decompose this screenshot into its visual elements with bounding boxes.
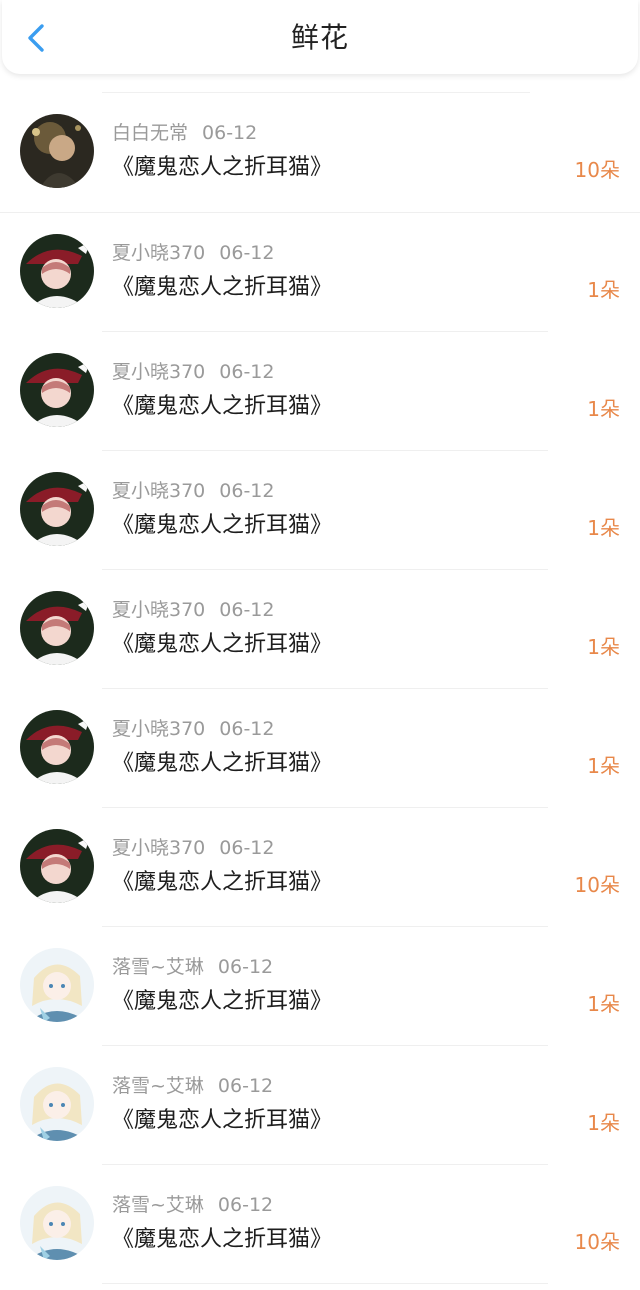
avatar[interactable] — [20, 114, 94, 188]
flower-count: 10朵 — [574, 158, 620, 182]
avatar[interactable] — [20, 829, 94, 903]
top-bar: 鲜花 — [2, 0, 638, 74]
list-item[interactable]: 夏小晓370 06-12 《魔鬼恋人之折耳猫》 1朵 — [0, 213, 640, 332]
avatar[interactable] — [20, 948, 94, 1022]
user-name[interactable]: 夏小晓370 — [112, 599, 205, 621]
item-meta: 夏小晓370 06-12 — [112, 716, 274, 742]
item-date: 06-12 — [219, 361, 275, 383]
user-name[interactable]: 夏小晓370 — [112, 837, 205, 859]
item-meta: 落雪~艾琳 06-12 — [112, 1192, 273, 1218]
item-meta: 夏小晓370 06-12 — [112, 240, 274, 266]
avatar[interactable] — [20, 1186, 94, 1260]
list-item[interactable]: 夏小晓370 06-12 《魔鬼恋人之折耳猫》 1朵 — [0, 689, 640, 808]
item-date: 06-12 — [202, 122, 258, 144]
list-item[interactable]: 夏小晓370 06-12 《魔鬼恋人之折耳猫》 1朵 — [0, 451, 640, 570]
avatar[interactable] — [20, 353, 94, 427]
item-meta: 夏小晓370 06-12 — [112, 359, 274, 385]
page: 鲜花 白白无常 06-12 《魔鬼恋人之折耳猫》 10朵 夏小晓370 06-1… — [0, 0, 640, 1290]
flower-count: 1朵 — [587, 278, 620, 302]
item-date: 06-12 — [219, 480, 275, 502]
flower-count: 1朵 — [587, 1111, 620, 1135]
flower-count: 1朵 — [587, 754, 620, 778]
item-date: 06-12 — [219, 242, 275, 264]
item-date: 06-12 — [217, 1075, 274, 1097]
item-meta: 落雪~艾琳 06-12 — [112, 1073, 273, 1099]
book-title[interactable]: 《魔鬼恋人之折耳猫》 — [112, 629, 332, 661]
list-item[interactable]: 夏小晓370 06-12 《魔鬼恋人之折耳猫》 1朵 — [0, 332, 640, 451]
list-item[interactable]: 夏小晓370 06-12 《魔鬼恋人之折耳猫》 10朵 — [0, 808, 640, 927]
item-meta: 白白无常 06-12 — [112, 120, 257, 146]
flower-count: 1朵 — [587, 992, 620, 1016]
flower-list: 白白无常 06-12 《魔鬼恋人之折耳猫》 10朵 夏小晓370 06-12 《魔 — [0, 92, 640, 1284]
user-name[interactable]: 落雪~艾琳 — [112, 1194, 204, 1216]
item-date: 06-12 — [219, 837, 275, 859]
avatar[interactable] — [20, 591, 94, 665]
user-name[interactable]: 夏小晓370 — [112, 242, 205, 264]
flower-count: 1朵 — [587, 516, 620, 540]
user-name[interactable]: 落雪~艾琳 — [112, 1075, 204, 1097]
list-item[interactable]: 落雪~艾琳 06-12 《魔鬼恋人之折耳猫》 10朵 — [0, 1165, 640, 1284]
book-title[interactable]: 《魔鬼恋人之折耳猫》 — [112, 867, 332, 899]
book-title[interactable]: 《魔鬼恋人之折耳猫》 — [112, 748, 332, 780]
list-item[interactable]: 白白无常 06-12 《魔鬼恋人之折耳猫》 10朵 — [0, 93, 640, 213]
flower-count: 1朵 — [587, 397, 620, 421]
item-date: 06-12 — [217, 1194, 274, 1216]
avatar[interactable] — [20, 1067, 94, 1141]
user-name[interactable]: 落雪~艾琳 — [112, 956, 204, 978]
item-meta: 夏小晓370 06-12 — [112, 835, 274, 861]
flower-count: 1朵 — [587, 635, 620, 659]
user-name[interactable]: 白白无常 — [112, 122, 188, 144]
book-title[interactable]: 《魔鬼恋人之折耳猫》 — [112, 1105, 332, 1137]
avatar[interactable] — [20, 234, 94, 308]
item-meta: 落雪~艾琳 06-12 — [112, 954, 273, 980]
avatar[interactable] — [20, 472, 94, 546]
book-title[interactable]: 《魔鬼恋人之折耳猫》 — [112, 391, 332, 423]
avatar[interactable] — [20, 710, 94, 784]
user-name[interactable]: 夏小晓370 — [112, 480, 205, 502]
book-title[interactable]: 《魔鬼恋人之折耳猫》 — [112, 1224, 332, 1256]
book-title[interactable]: 《魔鬼恋人之折耳猫》 — [112, 510, 332, 542]
item-date: 06-12 — [219, 718, 275, 740]
book-title[interactable]: 《魔鬼恋人之折耳猫》 — [112, 272, 332, 304]
book-title[interactable]: 《魔鬼恋人之折耳猫》 — [112, 152, 332, 184]
page-title: 鲜花 — [290, 21, 349, 54]
item-date: 06-12 — [219, 599, 275, 621]
item-meta: 夏小晓370 06-12 — [112, 597, 274, 623]
user-name[interactable]: 夏小晓370 — [112, 718, 205, 740]
book-title[interactable]: 《魔鬼恋人之折耳猫》 — [112, 986, 332, 1018]
item-meta: 夏小晓370 06-12 — [112, 478, 274, 504]
list-item[interactable]: 落雪~艾琳 06-12 《魔鬼恋人之折耳猫》 1朵 — [0, 927, 640, 1046]
item-date: 06-12 — [217, 956, 274, 978]
list-item[interactable]: 夏小晓370 06-12 《魔鬼恋人之折耳猫》 1朵 — [0, 570, 640, 689]
list-item[interactable]: 落雪~艾琳 06-12 《魔鬼恋人之折耳猫》 1朵 — [0, 1046, 640, 1165]
flower-count: 10朵 — [574, 1230, 620, 1254]
user-name[interactable]: 夏小晓370 — [112, 361, 205, 383]
flower-count: 10朵 — [574, 873, 620, 897]
